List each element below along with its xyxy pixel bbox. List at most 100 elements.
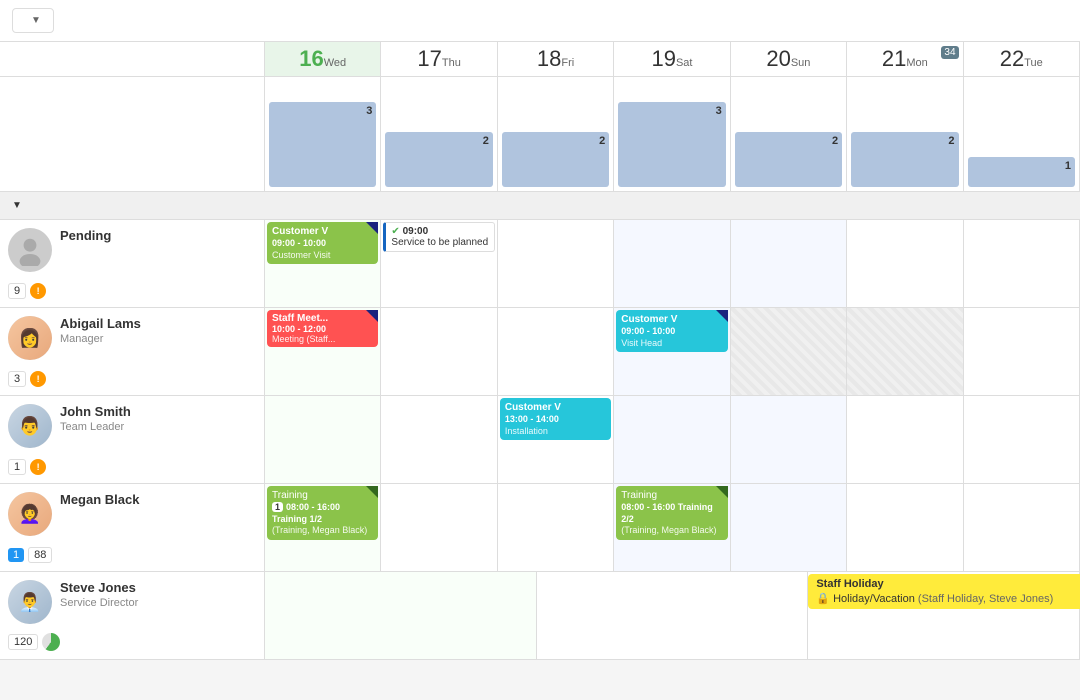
day-number: 16 <box>299 46 323 71</box>
day-cell-2: Customer V 13:00 - 14:00 Installation <box>498 396 614 483</box>
lock-icon: 🔒 <box>816 593 830 605</box>
all-staff-header[interactable]: ▼ <box>0 192 1080 220</box>
event-sub: (Training, Megan Black) <box>272 525 373 537</box>
booking-block: 2 <box>851 132 958 187</box>
day-cell-2 <box>498 220 614 307</box>
booking-count: 3 <box>366 105 372 117</box>
day-cell-5 <box>847 484 963 571</box>
day-cell-5 <box>847 220 963 307</box>
booking-count: 1 <box>1065 160 1071 172</box>
avatar: 👨 <box>8 404 52 448</box>
staff-name: Steve Jones <box>60 580 256 595</box>
event-title: Customer V <box>272 225 373 238</box>
day-cell-5 <box>847 396 963 483</box>
booking-bar-1: 2 <box>381 77 497 191</box>
staff-rows: Pending 9! Customer V 09:00 - 10:00 Cust… <box>0 220 1080 690</box>
booking-bar-6: 1 <box>964 77 1080 191</box>
badge-row: 3! <box>8 371 46 387</box>
day-header-17[interactable]: 17Thu <box>381 42 497 76</box>
training-block[interactable]: Training 108:00 - 16:00 Training 1/2 (Tr… <box>267 486 378 540</box>
staff-details: Pending <box>60 228 256 245</box>
day-cell-0: Customer V 09:00 - 10:00 Customer Visit <box>265 220 381 307</box>
badge-number: 120 <box>8 634 38 650</box>
day-cell-6 <box>964 308 1080 395</box>
event-time: 13:00 - 14:00 <box>505 414 606 426</box>
event-title: Staff Meet... <box>272 313 373 324</box>
corner-decoration <box>366 486 378 498</box>
day-header-19[interactable]: 19Sat <box>614 42 730 76</box>
badge-row: 188 <box>8 547 52 563</box>
day-name: Wed <box>324 57 346 69</box>
bookings-bars: 3 2 2 3 2 2 1 <box>265 77 1080 191</box>
booking-count: 2 <box>599 135 605 147</box>
staff-meeting-block[interactable]: Staff Meet... 10:00 - 12:00 Meeting (Sta… <box>267 310 378 347</box>
staff-info: 👨‍💼Steve Jones Service Director120 <box>0 572 265 659</box>
staff-details: Abigail Lams Manager <box>60 316 256 345</box>
day-cell-4 <box>731 396 847 483</box>
day-cell-6 <box>964 220 1080 307</box>
booking-block: 3 <box>618 102 725 187</box>
day-cell-6 <box>964 484 1080 571</box>
event-title: Customer V <box>505 401 606 414</box>
booking-bar-4: 2 <box>731 77 847 191</box>
booking-count: 2 <box>832 135 838 147</box>
holiday-sub: 🔒 Holiday/Vacation (Staff Holiday, Steve… <box>816 592 1080 605</box>
event-sub: Meeting (Staff... <box>272 334 373 344</box>
day-cell-1 <box>381 484 497 571</box>
event-time: 108:00 - 16:00 Training 1/2 <box>272 502 373 525</box>
day-header-20[interactable]: 20Sun <box>731 42 847 76</box>
month-label <box>4 46 260 50</box>
day-cell-0 <box>265 396 381 483</box>
badge-blue: 1 <box>8 548 24 562</box>
event-block[interactable]: Customer V 13:00 - 14:00 Installation <box>500 398 611 440</box>
corner-decoration <box>716 310 728 322</box>
badge-number: 1 <box>8 459 26 475</box>
day-header-18[interactable]: 18Fri <box>498 42 614 76</box>
day-cell-2 <box>498 484 614 571</box>
event-block[interactable]: Customer V 09:00 - 10:00 Customer Visit <box>267 222 378 264</box>
staff-info: Pending 9! <box>0 220 265 307</box>
training-block[interactable]: Training 08:00 - 16:00 Training 2/2 (Tra… <box>616 486 727 540</box>
chevron-down-icon: ▼ <box>31 15 41 26</box>
check-icon: ✔ <box>391 226 399 237</box>
total-bookings-dropdown[interactable]: ▼ <box>12 8 54 33</box>
avatar: 👩 <box>8 316 52 360</box>
training-label: Training <box>272 489 373 502</box>
top-bar: ▼ <box>0 0 1080 42</box>
booking-block: 2 <box>385 132 492 187</box>
day-header-16[interactable]: 16Wed <box>265 42 381 76</box>
day-header-22[interactable]: 22Tue <box>964 42 1080 76</box>
day-cols-header: 16Wed17Thu18Fri19Sat20Sun21Mon3422Tue <box>265 42 1080 76</box>
avatar: 👩‍🦱 <box>8 492 52 536</box>
staff-role: Manager <box>60 333 256 345</box>
day-cell-1 <box>381 308 497 395</box>
day-cell-0: Training 108:00 - 16:00 Training 1/2 (Tr… <box>265 484 381 571</box>
day-number: 18 <box>537 46 561 71</box>
day-name: Sat <box>676 57 693 69</box>
staff-info: 👩‍🦱 Megan Black 188 <box>0 484 265 571</box>
day-name: Tue <box>1024 57 1043 69</box>
day-cell-0: Staff Meet... 10:00 - 12:00 Meeting (Sta… <box>265 308 381 395</box>
day-number: 17 <box>417 46 441 71</box>
event-block[interactable]: Customer V 09:00 - 10:00 Visit Head <box>616 310 727 352</box>
staff-info: 👨John Smith Team Leader1! <box>0 396 265 483</box>
day-name: Sun <box>791 57 811 69</box>
booking-count: 2 <box>948 135 954 147</box>
badge-row: 120 <box>8 633 60 651</box>
service-block[interactable]: ✔ 09:00 Service to be planned <box>383 222 494 252</box>
booking-block: 2 <box>735 132 842 187</box>
service-title: Service to be planned <box>391 237 488 248</box>
day-header-21[interactable]: 21Mon34 <box>847 42 963 76</box>
staff-row: Pending 9! Customer V 09:00 - 10:00 Cust… <box>0 220 1080 308</box>
staff-name: Megan Black <box>60 492 256 507</box>
day-cell-3 <box>614 396 730 483</box>
booking-count: 2 <box>483 135 489 147</box>
event-time: 09:00 - 10:00 <box>272 238 373 250</box>
day-cell-0 <box>265 572 537 659</box>
day-number: 19 <box>651 46 675 71</box>
holiday-title: Staff Holiday <box>816 578 1080 590</box>
staff-name: Pending <box>60 228 256 243</box>
staff-role: Service Director <box>60 597 256 609</box>
booking-bar-3: 3 <box>614 77 730 191</box>
holiday-block[interactable]: Staff Holiday 🔒 Holiday/Vacation (Staff … <box>808 574 1080 609</box>
